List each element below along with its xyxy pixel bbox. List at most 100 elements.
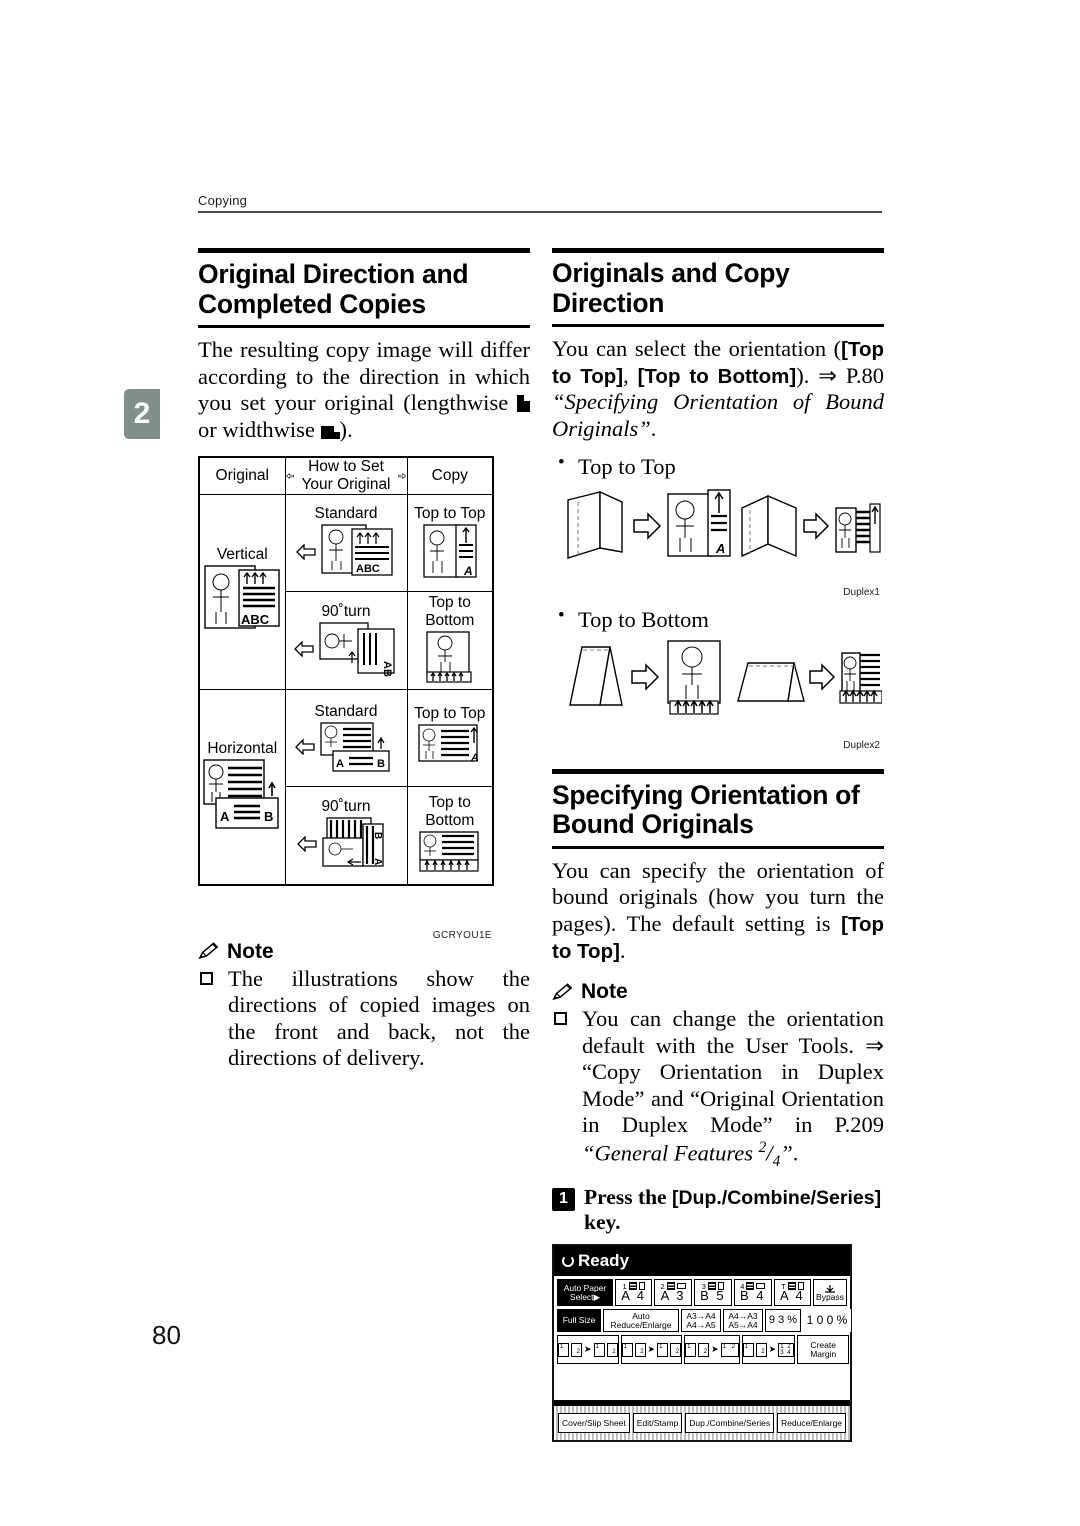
- note-label: Note: [227, 939, 274, 963]
- label-top-to-top: Top to Top: [414, 704, 486, 722]
- auto-reduce-enlarge-button[interactable]: Auto Reduce/Enlarge: [603, 1309, 679, 1333]
- combine-4to1-icon: 1 2 ➤ 1234: [742, 1342, 795, 1357]
- step-number: 1: [552, 1187, 575, 1211]
- figure-original-direction-table: Original How to Set Your Original Copy V…: [198, 455, 494, 941]
- heading-rule-top: [552, 248, 884, 253]
- tray-button-t[interactable]: T A 4: [773, 1279, 811, 1307]
- tab-edit-stamp[interactable]: Edit/Stamp: [632, 1413, 683, 1434]
- cell-set-90turn-vertical: 90˚turn ABC: [284, 591, 408, 690]
- duplex-2to2-icon: 1 2 ➤ 1 2: [621, 1342, 682, 1357]
- duplex-2to2-button[interactable]: 1 2 ➤ 1 2: [620, 1335, 683, 1365]
- svg-text:A: A: [372, 858, 383, 865]
- figure-id-label: Duplex2: [843, 739, 880, 751]
- full-size-button[interactable]: Full Size: [557, 1309, 601, 1333]
- cell-original-vertical: Vertical ABC: [198, 493, 286, 690]
- svg-text:A: A: [715, 541, 725, 556]
- running-head: Copying: [198, 193, 882, 213]
- tab-reduce-enlarge[interactable]: Reduce/Enlarge: [777, 1413, 847, 1434]
- preset-ratio-button-2[interactable]: A4→A3 A5→A4: [723, 1309, 763, 1333]
- page-icon: 1: [621, 1342, 633, 1357]
- page-icon: 1: [685, 1342, 697, 1357]
- tray-button-4[interactable]: 4 B 4: [733, 1279, 772, 1307]
- page-icon: 2: [698, 1342, 710, 1357]
- heading-text: Originals and Copy Direction: [552, 258, 790, 318]
- horizontal-original-illustration: A B: [203, 758, 279, 829]
- create-margin-line-2: Margin: [810, 1348, 837, 1359]
- 90-turn-placement-illustration: B A: [322, 817, 384, 867]
- step-text-before: Press the: [584, 1184, 672, 1209]
- arrow-right-icon: [398, 472, 407, 479]
- svg-text:B: B: [264, 809, 273, 824]
- auto-paper-select-button[interactable]: Auto Paper Select▶: [557, 1279, 613, 1307]
- arrow-right-icon: ➤: [711, 1344, 719, 1355]
- page-icon: 1: [558, 1342, 569, 1357]
- combine-2to1-button[interactable]: 1 2 ➤ 12: [684, 1335, 740, 1365]
- page-icon: 2: [670, 1342, 682, 1357]
- page-icon: 12: [720, 1342, 739, 1357]
- tab-dup-combine-series[interactable]: Dup./Combine/Series: [685, 1413, 775, 1434]
- tray-button-3[interactable]: 3 B 5: [693, 1279, 732, 1307]
- tray-2-size: A 3: [660, 1288, 686, 1304]
- label-90-turn: 90˚turn: [321, 798, 371, 816]
- tray-1-size: A 4: [621, 1288, 647, 1304]
- portrait-paper-icon: [517, 395, 530, 413]
- pencil-icon: [198, 942, 219, 960]
- arrow-right-icon: ➤: [584, 1344, 592, 1355]
- heading-rule-bottom: [552, 845, 884, 849]
- figure-duplex-top-to-top: A Duplex1: [552, 482, 884, 598]
- preset-ratio-button-1[interactable]: A3→A4 A4→A5: [681, 1309, 721, 1333]
- quote-close: ”: [780, 1140, 793, 1166]
- standard-placement-illustration: ABC: [321, 524, 393, 576]
- arrow-left-icon: [294, 641, 314, 658]
- auto-paper-select-line2: Select▶: [569, 1291, 601, 1302]
- heading-text: Original Direction and Completed Copies: [198, 259, 469, 319]
- heading-rule-bottom: [552, 324, 884, 328]
- arrow-left-icon: [297, 836, 317, 853]
- tab-cover-slip-sheet[interactable]: Cover/Slip Sheet: [558, 1413, 630, 1434]
- label-standard: Standard: [314, 702, 378, 720]
- combine-2to1-icon: 1 2 ➤ 12: [685, 1342, 739, 1357]
- page-icon: 2: [571, 1342, 582, 1357]
- duplex-1to2-icon: 1 2 ➤ 1 2: [558, 1342, 618, 1357]
- ratio-100-display: 1 0 0 %: [803, 1309, 851, 1333]
- svg-text:A: A: [336, 758, 344, 770]
- tray-t-size: A 4: [779, 1288, 805, 1304]
- chapter-tab-number: 2: [133, 397, 151, 430]
- note-list: You can change the orientation default w…: [552, 1006, 884, 1171]
- note-heading: Note: [552, 980, 884, 1004]
- svg-text:ABC: ABC: [381, 661, 393, 677]
- tray-3-size: B 5: [700, 1288, 726, 1304]
- text-segment: .: [650, 415, 657, 441]
- text-segment: You can specify the orientation of bound…: [552, 857, 884, 936]
- cross-reference-title: “General Features: [582, 1140, 759, 1166]
- header-original: Original: [198, 456, 286, 495]
- preset-2-line-2: A5→A4: [728, 1319, 758, 1330]
- cell-set-90turn-horizontal: 90˚turn B A: [284, 786, 408, 886]
- page-icon: 1234: [778, 1342, 795, 1357]
- text-segment: .: [619, 937, 626, 963]
- header-how-to-set: How to Set Your Original: [284, 456, 408, 495]
- bypass-button[interactable]: Bypass: [812, 1279, 847, 1307]
- combine-4to1-button[interactable]: 1 2 ➤ 1234: [741, 1335, 796, 1365]
- duplex-1to2-button[interactable]: 1 2 ➤ 1 2: [557, 1335, 619, 1365]
- section-heading-specifying-orientation: Specifying Orientation of Bound Original…: [552, 768, 884, 849]
- heading-rule-bottom: [198, 325, 530, 329]
- document-page: Copying 2 80 Original Direction and Comp…: [0, 0, 1080, 1526]
- create-margin-button[interactable]: Create Margin: [797, 1335, 850, 1365]
- 90-turn-placement-illustration: ABC: [319, 622, 395, 677]
- ratio-93-button[interactable]: 9 3 %: [765, 1309, 801, 1333]
- label-horizontal: Horizontal: [207, 739, 278, 757]
- note-item-text: You can change the orientation default w…: [582, 1006, 884, 1138]
- cell-copy-top-to-bottom-horizontal: Top to Bottom: [406, 786, 494, 886]
- cell-original-horizontal: Horizontal A B: [198, 688, 286, 886]
- svg-text:ABC: ABC: [356, 563, 380, 575]
- table-row: Vertical ABC Standard ABC Top to Top A: [198, 493, 494, 690]
- lcd-paper-row: Auto Paper Select▶ 1 A 4 2 A 3 3 B 5 4 B…: [554, 1276, 850, 1307]
- bullet-top-to-bottom: Top to Bottom: [552, 605, 884, 633]
- tray-4-size: B 4: [740, 1288, 766, 1304]
- tray-button-2[interactable]: 2 A 3: [654, 1279, 692, 1307]
- arrow-right-icon: ➤: [768, 1344, 777, 1355]
- note-list: The illustrations show the directions of…: [198, 966, 530, 1072]
- svg-text:B: B: [372, 832, 383, 839]
- tray-button-1[interactable]: 1 A 4: [615, 1279, 653, 1307]
